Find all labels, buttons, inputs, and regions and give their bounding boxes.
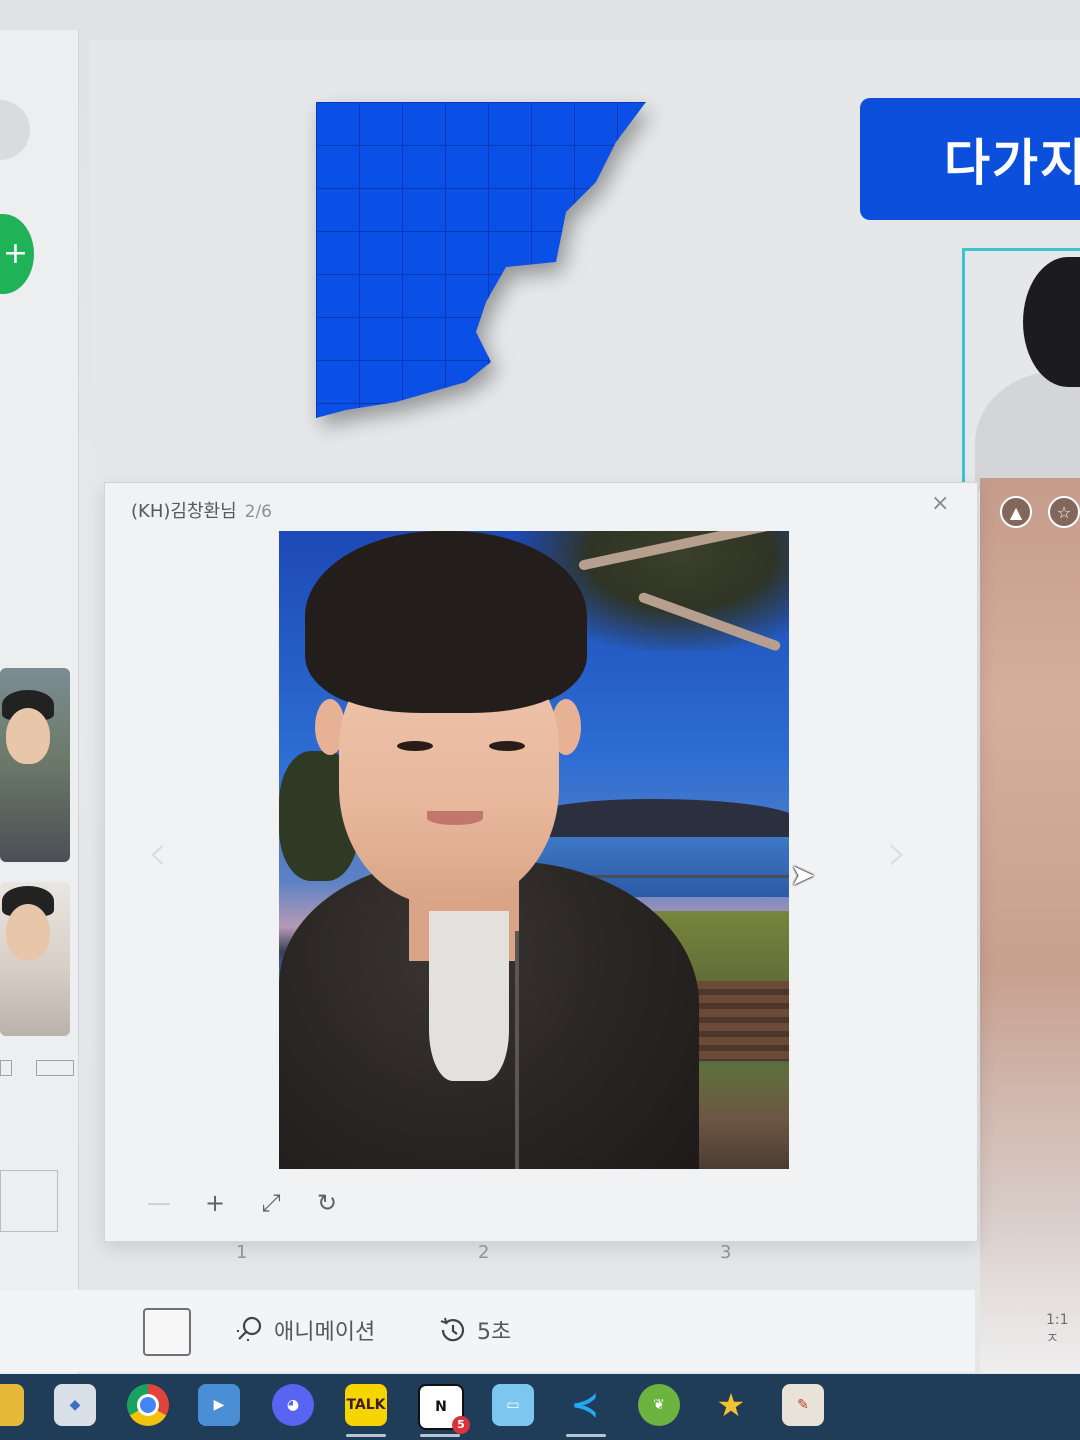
- right-preview-strip[interactable]: ▲ ☆: [980, 478, 1080, 1373]
- photo-hill: [529, 799, 789, 839]
- vscode-icon[interactable]: ≺: [564, 1384, 606, 1426]
- slide-profile-photo[interactable]: [962, 248, 1080, 491]
- thumbnail-photo-2[interactable]: [0, 882, 70, 1036]
- kakaotalk-icon[interactable]: TALK: [345, 1384, 387, 1426]
- windows-taskbar: ◆ ▶ ◕ TALK N 5 ▭ ≺ ❦ ★ ✎: [0, 1374, 1080, 1440]
- slide-title-badge[interactable]: 다가지: [860, 98, 1080, 220]
- zoom-in-icon[interactable]: +: [201, 1189, 229, 1217]
- background-color-swatch[interactable]: [143, 1308, 191, 1356]
- paint-3d-icon[interactable]: ◆: [54, 1384, 96, 1426]
- rocket-icon: [237, 1316, 262, 1341]
- close-icon[interactable]: ×: [931, 491, 949, 516]
- active-indicator: [420, 1434, 460, 1437]
- notion-icon[interactable]: N 5: [418, 1384, 470, 1434]
- duration-button[interactable]: 5초: [437, 1314, 511, 1346]
- image-icon[interactable]: ▲: [1000, 496, 1032, 528]
- star-icon[interactable]: ☆: [1048, 496, 1080, 528]
- thumbnail-photo-1[interactable]: [0, 668, 70, 862]
- notion-letter: N: [435, 1399, 447, 1415]
- page-number[interactable]: 3: [720, 1242, 731, 1263]
- image-counter: 2/6: [244, 502, 272, 522]
- animation-label: 애니메이션: [274, 1320, 376, 1345]
- active-indicator: [346, 1434, 386, 1437]
- media-player-icon[interactable]: ▶: [198, 1384, 240, 1426]
- photo-eye: [397, 741, 433, 751]
- spring-icon[interactable]: ❦: [638, 1384, 680, 1426]
- image-viewer-dialog: (KH)김창환님 2/6 × ‹ › — + ⤢ ↻: [104, 482, 978, 1242]
- discord-icon[interactable]: ◕: [272, 1384, 314, 1426]
- viewer-title: (KH)김창환님 2/6: [131, 497, 272, 523]
- ratio-label: 1:1 ㅈ: [1046, 1312, 1069, 1347]
- notepad-icon[interactable]: ▭: [492, 1384, 534, 1426]
- paint-icon[interactable]: ✎: [782, 1384, 824, 1426]
- mouse-cursor-icon: ➤: [790, 858, 816, 893]
- left-avatar: [0, 100, 30, 160]
- thumbnail-face: [6, 904, 50, 960]
- photo-mouth: [427, 811, 483, 825]
- viewer-photo: [279, 531, 789, 1169]
- page-number[interactable]: 1: [236, 1242, 247, 1263]
- photo-shoulder: [975, 371, 1080, 491]
- file-explorer-icon[interactable]: [0, 1384, 24, 1426]
- active-indicator: [566, 1434, 606, 1437]
- viewer-zoom-toolbar: — + ⤢ ↻: [145, 1189, 341, 1217]
- zoom-out-icon[interactable]: —: [145, 1189, 173, 1217]
- chevron-left-icon[interactable]: ‹: [147, 823, 168, 883]
- photo-hair: [1023, 257, 1080, 387]
- blue-map-graphic: [316, 102, 646, 418]
- wireframe-thumbnails: [0, 1060, 78, 1300]
- animation-button[interactable]: 애니메이션: [234, 1314, 375, 1346]
- sender-name: (KH)김창환님: [131, 501, 237, 522]
- chevron-right-icon[interactable]: ›: [887, 823, 908, 883]
- notification-badge: 5: [452, 1416, 470, 1434]
- star-app-icon[interactable]: ★: [710, 1384, 752, 1426]
- slide-thumbnail-panel[interactable]: +: [0, 30, 79, 1375]
- duration-label: 5초: [477, 1320, 512, 1345]
- photo-zipper: [515, 931, 519, 1169]
- fit-screen-icon[interactable]: ⤢: [257, 1189, 285, 1217]
- add-slide-button[interactable]: +: [0, 214, 34, 294]
- photo-tshirt: [429, 911, 509, 1081]
- rotate-icon[interactable]: ↻: [313, 1189, 341, 1217]
- page-number[interactable]: 2: [478, 1242, 489, 1263]
- thumbnail-face: [6, 708, 50, 764]
- photo-eye: [489, 741, 525, 751]
- chrome-icon[interactable]: [127, 1384, 169, 1426]
- slide-settings-bar: 애니메이션 5초: [0, 1290, 975, 1372]
- photo-bangs: [321, 621, 571, 713]
- history-icon: [440, 1317, 465, 1342]
